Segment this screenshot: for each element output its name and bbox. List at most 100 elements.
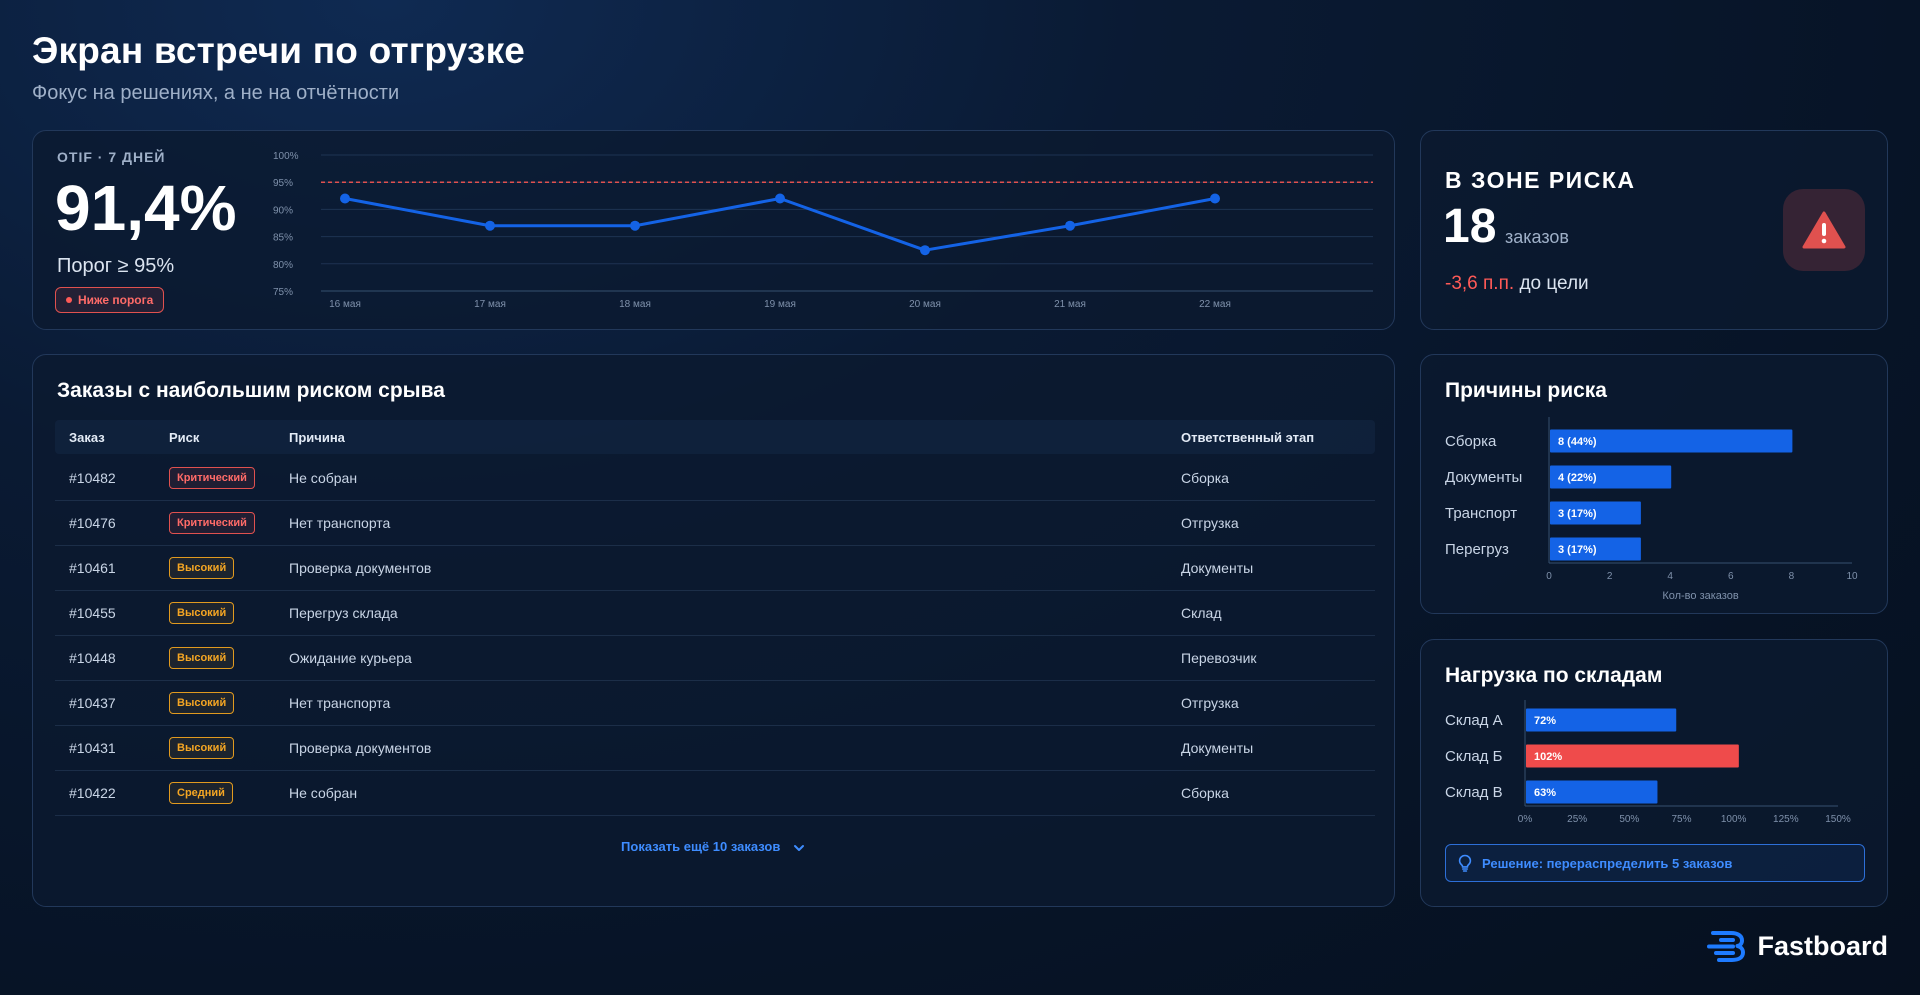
order-id: #10461: [69, 560, 116, 576]
order-stage: Сборка: [1181, 785, 1229, 801]
x-tick-label: 21 мая: [1054, 299, 1086, 310]
x-tick-label: 20 мая: [909, 299, 941, 310]
column-header-reason[interactable]: Причина: [289, 430, 345, 445]
order-id: #10482: [69, 470, 116, 486]
table-body: #10482 Критический Не собран Сборка #104…: [55, 456, 1375, 816]
order-reason: Перегруз склада: [289, 605, 398, 621]
x-tick-label: 150%: [1825, 814, 1851, 825]
x-tick-label: 50%: [1619, 814, 1639, 825]
order-stage: Сборка: [1181, 470, 1229, 486]
show-more-button[interactable]: Показать ещё 10 заказов: [33, 839, 1394, 854]
table-row[interactable]: #10482 Критический Не собран Сборка: [55, 456, 1375, 501]
x-tick-label: 19 мая: [764, 299, 796, 310]
y-tick-label: 85%: [273, 233, 293, 244]
column-header-order[interactable]: Заказ: [69, 430, 105, 445]
category-label: Перегруз: [1445, 541, 1509, 558]
table-row[interactable]: #10476 Критический Нет транспорта Отгруз…: [55, 501, 1375, 546]
x-tick-label: 8: [1789, 571, 1795, 582]
x-tick-label: 6: [1728, 571, 1734, 582]
data-label: 3 (17%): [1558, 508, 1597, 520]
risk-zone-delta: -3,6 п.п. до цели: [1445, 273, 1589, 295]
table-row[interactable]: #10455 Высокий Перегруз склада Склад: [55, 591, 1375, 636]
column-header-risk[interactable]: Риск: [169, 430, 199, 445]
category-label: Склад В: [1445, 784, 1503, 801]
below-threshold-label: Ниже порога: [78, 293, 154, 307]
data-label: 72%: [1534, 715, 1556, 727]
warehouse-load-bar-chart: Склад А 72% Склад Б 102% Склад В 63% 0% 25% 50% 7…: [1445, 700, 1851, 825]
warning-triangle-icon: [1783, 189, 1865, 271]
order-stage: Склад: [1181, 605, 1222, 621]
page-subtitle: Фокус на решениях, а не на отчётности: [32, 82, 400, 104]
risk-badge: Средний: [169, 782, 233, 804]
data-label: 4 (22%): [1558, 472, 1597, 484]
status-dot-icon: [66, 297, 72, 303]
table-row[interactable]: #10431 Высокий Проверка документов Докум…: [55, 726, 1375, 771]
table-row[interactable]: #10461 Высокий Проверка документов Докум…: [55, 546, 1375, 591]
risk-zone-unit: заказов: [1505, 227, 1569, 247]
order-reason: Нет транспорта: [289, 695, 391, 711]
category-label: Сборка: [1445, 433, 1497, 450]
column-header-stage[interactable]: Ответственный этап: [1181, 430, 1314, 445]
order-id: #10448: [69, 650, 116, 666]
x-tick-label: 16 мая: [329, 299, 361, 310]
x-tick-label: 22 мая: [1199, 299, 1231, 310]
x-tick-label: 4: [1667, 571, 1673, 582]
data-point: [485, 220, 495, 231]
data-point: [920, 245, 930, 256]
x-tick-label: 100%: [1721, 814, 1747, 825]
data-point: [775, 193, 785, 204]
x-tick-label: 125%: [1773, 814, 1799, 825]
order-stage: Документы: [1181, 560, 1254, 576]
delta-text: до цели: [1519, 273, 1589, 294]
orders-title: Заказы с наибольшим риском срыва: [57, 379, 445, 402]
data-point: [340, 193, 350, 204]
order-reason: Нет транспорта: [289, 515, 391, 531]
risk-zone-title: В ЗОНЕ РИСКА: [1445, 167, 1636, 193]
lightbulb-icon: [1458, 854, 1472, 872]
data-point: [1210, 193, 1220, 204]
order-id: #10431: [69, 740, 116, 756]
otif-label: OTIF · 7 ДНЕЙ: [57, 149, 166, 165]
order-reason: Ожидание курьера: [289, 650, 412, 666]
otif-threshold: Порог ≥ 95%: [57, 255, 175, 277]
y-tick-label: 75%: [273, 287, 293, 298]
table-row[interactable]: #10422 Средний Не собран Сборка: [55, 771, 1375, 816]
y-tick-label: 90%: [273, 205, 293, 216]
risk-badge: Высокий: [169, 737, 235, 759]
decision-text: Решение: перераспределить 5 заказов: [1482, 855, 1733, 871]
order-reason: Проверка документов: [289, 740, 432, 756]
risk-badge: Высокий: [169, 692, 235, 714]
warehouse-load-title: Нагрузка по складам: [1445, 664, 1663, 687]
order-stage: Перевозчик: [1181, 650, 1257, 666]
risk-reasons-panel: Причины риска Сборка 8 (44%) Документы 4 (2…: [1420, 354, 1888, 614]
table-row[interactable]: #10448 Высокий Ожидание курьера Перевозч…: [55, 636, 1375, 681]
data-label: 63%: [1534, 787, 1556, 799]
table-row[interactable]: #10437 Высокий Нет транспорта Отгрузка: [55, 681, 1375, 726]
x-tick-label: 25%: [1567, 814, 1587, 825]
otif-series-line: [344, 197, 1216, 252]
x-tick-label: 2: [1607, 571, 1613, 582]
category-label: Документы: [1445, 469, 1522, 486]
x-tick-label: 0%: [1518, 814, 1533, 825]
risk-reasons-title: Причины риска: [1445, 379, 1607, 402]
x-tick-label: 17 мая: [474, 299, 506, 310]
x-tick-label: 0: [1546, 571, 1552, 582]
chevron-down-icon: [793, 844, 804, 851]
show-more-label: Показать ещё 10 заказов: [621, 839, 781, 854]
category-label: Транспорт: [1445, 505, 1517, 522]
data-label: 3 (17%): [1558, 544, 1597, 556]
order-stage: Отгрузка: [1181, 695, 1239, 711]
otif-panel: OTIF · 7 ДНЕЙ 91,4% Порог ≥ 95% Ниже пор…: [32, 130, 1395, 330]
data-point: [1065, 220, 1075, 231]
fastboard-logo-icon: [1707, 931, 1746, 962]
order-id: #10455: [69, 605, 116, 621]
otif-line-chart: 75% 80% 85% 90% 95% 100% 16 мая 17 мая 18 мая 19 …: [273, 151, 1373, 310]
category-label: Склад А: [1445, 712, 1503, 729]
delta-value: -3,6 п.п.: [1445, 273, 1515, 294]
y-tick-label: 100%: [273, 151, 299, 162]
risk-reasons-bar-chart: Сборка 8 (44%) Документы 4 (22%) Транспорт 3 …: [1445, 417, 1858, 602]
x-tick-label: 18 мая: [619, 299, 651, 310]
decision-banner[interactable]: Решение: перераспределить 5 заказов: [1445, 844, 1865, 882]
y-tick-label: 80%: [273, 260, 293, 271]
x-axis-title: Кол-во заказов: [1662, 590, 1739, 602]
